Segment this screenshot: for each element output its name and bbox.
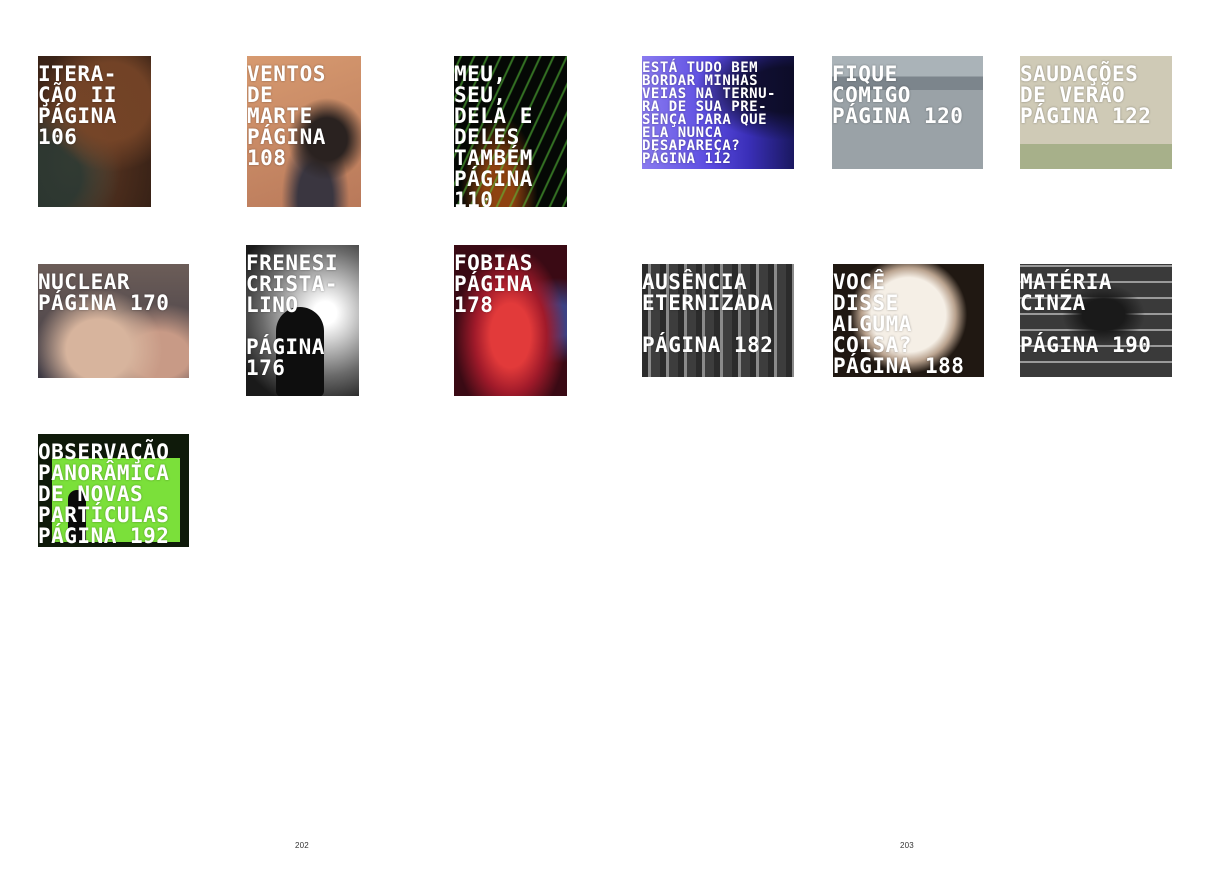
tile-fique-comigo[interactable]: FIQUE COMIGO PÁGINA 120 bbox=[832, 56, 983, 169]
tile-ventos-de-marte[interactable]: VENTOS DE MARTE PÁGINA 108 bbox=[247, 56, 361, 207]
tile-caption: VENTOS DE MARTE PÁGINA 108 bbox=[247, 62, 326, 170]
tile-saudacoes-de-verao[interactable]: SAUDAÇÕES DE VERÃO PÁGINA 122 bbox=[1020, 56, 1172, 169]
tile-caption: NUCLEAR PÁGINA 170 bbox=[38, 270, 170, 315]
tile-frenesi-cristalino[interactable]: FRENESI CRISTA- LINO PÁGINA 176 bbox=[246, 245, 359, 396]
tile-caption: OBSERVAÇÃO PANORÂMICA DE NOVAS PARTÍCULA… bbox=[38, 440, 170, 547]
tile-caption: VOCÊ DISSE ALGUMA COISA? PÁGINA 188 bbox=[833, 270, 965, 377]
tile-caption: AUSÊNCIA ETERNIZADA PÁGINA 182 bbox=[642, 270, 774, 357]
tile-caption: MEU, SEU, DELA E DELES TAMBÉM PÁGINA 110 bbox=[454, 62, 533, 208]
tile-caption: FIQUE COMIGO PÁGINA 120 bbox=[832, 62, 964, 128]
tile-caption: FRENESI CRISTA- LINO PÁGINA 176 bbox=[246, 251, 339, 380]
page-number-left: 202 bbox=[295, 841, 309, 850]
page-number-right: 203 bbox=[900, 841, 914, 850]
tile-observacao-panoramica[interactable]: OBSERVAÇÃO PANORÂMICA DE NOVAS PARTÍCULA… bbox=[38, 434, 189, 547]
tile-caption: FOBIAS PÁGINA 178 bbox=[454, 251, 533, 317]
tile-materia-cinza[interactable]: MATÉRIA CINZA PÁGINA 190 bbox=[1020, 264, 1172, 377]
tile-esta-tudo-bem[interactable]: ESTÁ TUDO BEM BORDAR MINHAS VEIAS NA TER… bbox=[642, 56, 794, 169]
tile-meu-seu-dela[interactable]: MEU, SEU, DELA E DELES TAMBÉM PÁGINA 110 bbox=[454, 56, 567, 207]
tile-ausencia-eternizada[interactable]: AUSÊNCIA ETERNIZADA PÁGINA 182 bbox=[642, 264, 794, 377]
tile-caption: SAUDAÇÕES DE VERÃO PÁGINA 122 bbox=[1020, 62, 1152, 128]
tile-caption: ESTÁ TUDO BEM BORDAR MINHAS VEIAS NA TER… bbox=[642, 60, 776, 167]
tile-fobias[interactable]: FOBIAS PÁGINA 178 bbox=[454, 245, 567, 396]
tile-nuclear[interactable]: NUCLEAR PÁGINA 170 bbox=[38, 264, 189, 378]
tile-voce-disse[interactable]: VOCÊ DISSE ALGUMA COISA? PÁGINA 188 bbox=[833, 264, 984, 377]
tile-caption: MATÉRIA CINZA PÁGINA 190 bbox=[1020, 270, 1152, 357]
tile-iteracao-ii[interactable]: ITERA- ÇÃO II PÁGINA 106 bbox=[38, 56, 151, 207]
tile-caption: ITERA- ÇÃO II PÁGINA 106 bbox=[38, 62, 117, 149]
